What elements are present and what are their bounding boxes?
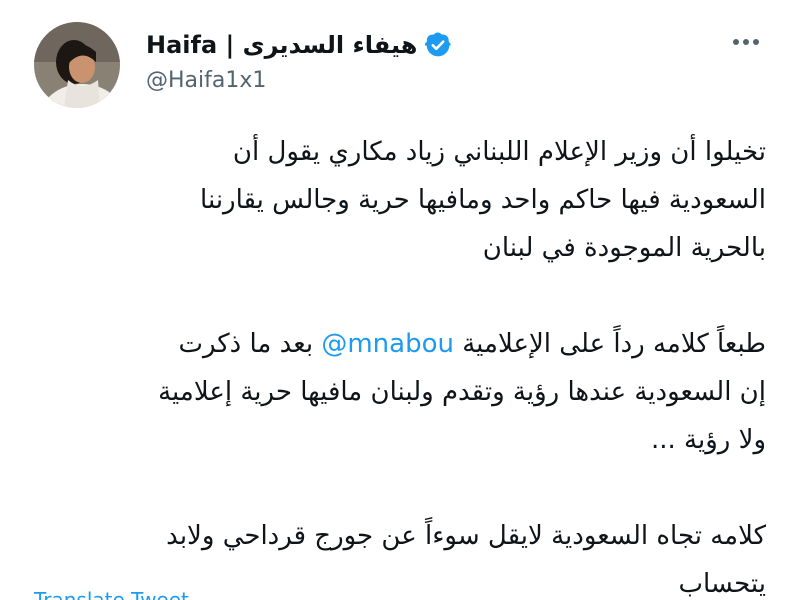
- tweet-paragraph: طبعاً كلامه رداً على الإعلامية @mnabou ب…: [30, 320, 766, 464]
- verified-badge-icon: [425, 32, 452, 58]
- display-name[interactable]: Haifa | هيفاء السديرى: [146, 31, 417, 59]
- tweet-line: طبعاً كلامه رداً على الإعلامية @mnabou ب…: [30, 320, 766, 368]
- tweet-line: كلامه تجاه السعودية لايقل سوءاً عن جورج …: [166, 521, 766, 551]
- avatar[interactable]: [34, 22, 120, 108]
- tweet-paragraph: كلامه تجاه السعودية لايقل سوءاً عن جورج …: [30, 512, 766, 600]
- tweet-text-segment: بعد ما ذكرت: [178, 329, 314, 359]
- tweet-line: إن السعودية عندها رؤية وتقدم ولبنان مافي…: [158, 377, 766, 407]
- tweet-line: تخيلوا أن وزير الإعلام اللبناني زياد مكا…: [232, 137, 766, 167]
- tweet-line: ولا رؤية ...: [651, 425, 766, 455]
- tweet-paragraph: تخيلوا أن وزير الإعلام اللبناني زياد مكا…: [30, 128, 766, 272]
- tweet-text-segment: طبعاً كلامه رداً على الإعلامية: [462, 329, 766, 359]
- mention-link[interactable]: @mnabou: [321, 329, 454, 359]
- tweet-line: بالحرية الموجودة في لبنان: [482, 233, 766, 263]
- user-handle[interactable]: @Haifa1x1: [146, 68, 266, 93]
- tweet-card: Haifa | هيفاء السديرى @Haifa1x1 تخيلوا أ…: [0, 0, 800, 600]
- translate-tweet-link[interactable]: Translate Tweet: [34, 588, 189, 600]
- tweet-line: السعودية فيها حاكم واحد ومافيها حرية وجا…: [200, 185, 766, 215]
- tweet-text: تخيلوا أن وزير الإعلام اللبناني زياد مكا…: [30, 128, 766, 600]
- more-options-icon[interactable]: [728, 30, 764, 54]
- name-row[interactable]: Haifa | هيفاء السديرى: [146, 30, 452, 60]
